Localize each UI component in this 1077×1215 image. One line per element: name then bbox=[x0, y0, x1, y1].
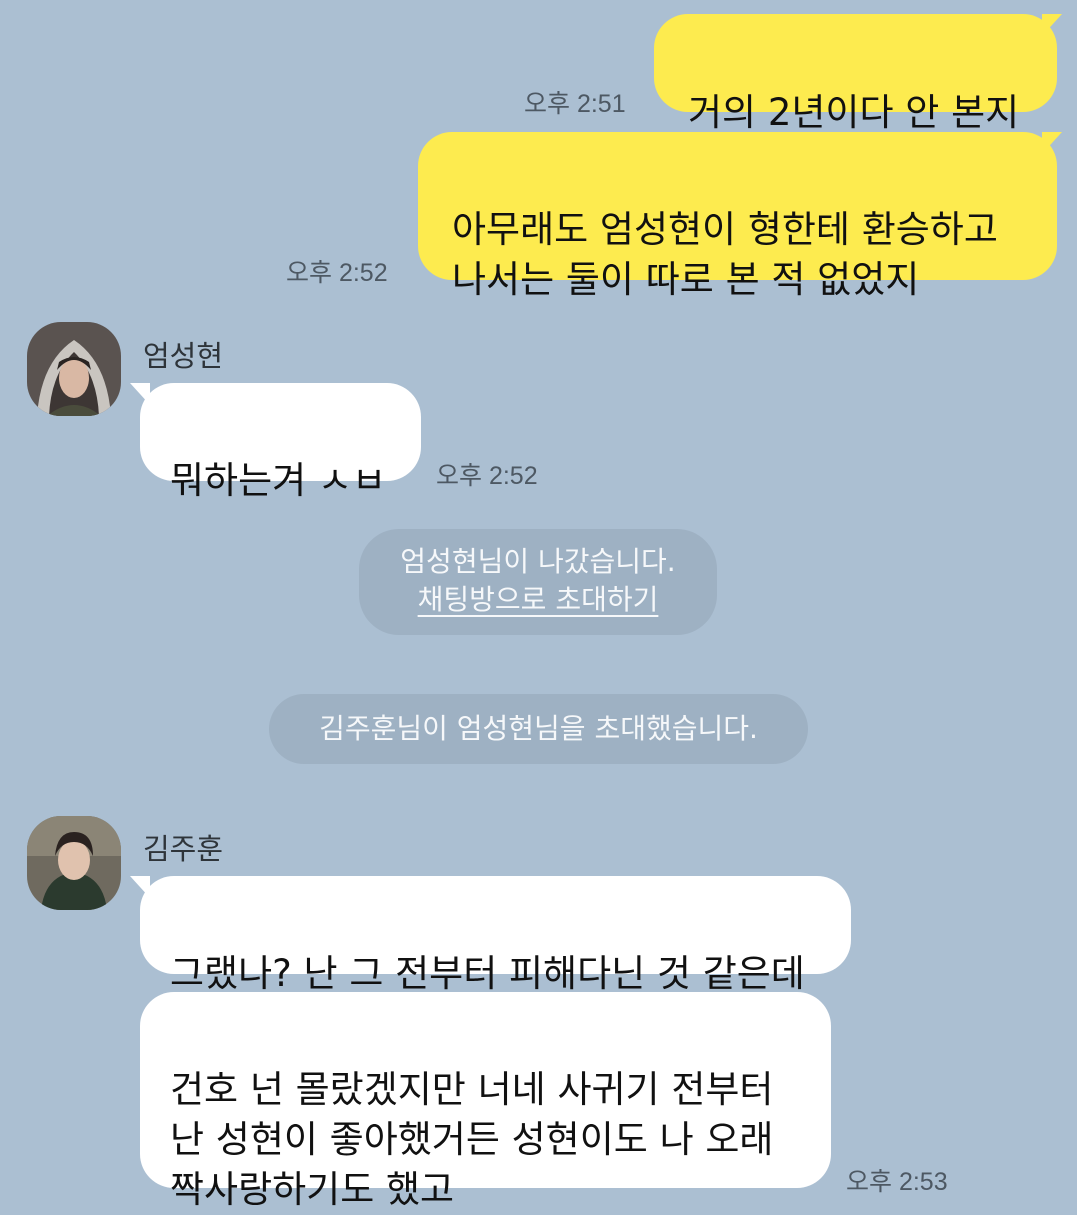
bubble-tail bbox=[1042, 14, 1062, 36]
their-message-bubble[interactable]: 뭐하는겨 ㅅㅂ bbox=[140, 383, 421, 502]
message-text: 건호 넌 몰랐겠지만 너네 사귀기 전부터 난 성현이 좋아했거든 성현이도 나… bbox=[170, 1068, 774, 1211]
my-message-bubble[interactable]: 거의 2년이다 안 본지 bbox=[654, 14, 1057, 134]
profile-photo-icon bbox=[27, 322, 121, 416]
profile-photo-icon bbox=[27, 816, 121, 910]
left-notice-text: 엄성현님이 나갔습니다. bbox=[400, 545, 676, 578]
bubble-tail bbox=[1042, 132, 1062, 154]
message-text: 아무래도 엄성현이 형한테 환승하고 나서는 둘이 따로 본 적 없었지 bbox=[452, 208, 998, 301]
my-message-bubble[interactable]: 아무래도 엄성현이 형한테 환승하고 나서는 둘이 따로 본 적 없었지 bbox=[418, 132, 1057, 301]
invite-link[interactable]: 채팅방으로 초대하기 bbox=[369, 581, 707, 619]
message-text: 거의 2년이다 안 본지 bbox=[688, 91, 1020, 134]
sender-name: 엄성현 bbox=[143, 339, 224, 373]
their-message-bubble[interactable]: 그랬나? 난 그 전부터 피해다닌 것 같은데 bbox=[140, 876, 851, 995]
message-time: 오후 2:52 bbox=[286, 259, 388, 287]
profile-avatar[interactable] bbox=[27, 322, 121, 416]
message-text: 그랬나? 난 그 전부터 피해다닌 것 같은데 bbox=[170, 952, 805, 995]
message-text: 뭐하는겨 ㅅㅂ bbox=[170, 459, 387, 502]
system-notice-left: 엄성현님이 나갔습니다. 채팅방으로 초대하기 bbox=[359, 529, 717, 635]
invited-notice-text: 김주훈님이 엄성현님을 초대했습니다. bbox=[319, 712, 758, 745]
bubble-tail bbox=[130, 876, 150, 898]
system-notice-invited: 김주훈님이 엄성현님을 초대했습니다. bbox=[269, 694, 808, 764]
message-time: 오후 2:53 bbox=[846, 1168, 948, 1196]
bubble-tail bbox=[130, 383, 150, 405]
their-message-bubble[interactable]: 건호 넌 몰랐겠지만 너네 사귀기 전부터 난 성현이 좋아했거든 성현이도 나… bbox=[140, 992, 831, 1211]
message-time: 오후 2:52 bbox=[436, 462, 538, 490]
profile-avatar[interactable] bbox=[27, 816, 121, 910]
message-time: 오후 2:51 bbox=[524, 90, 626, 118]
sender-name: 김주훈 bbox=[143, 832, 224, 866]
